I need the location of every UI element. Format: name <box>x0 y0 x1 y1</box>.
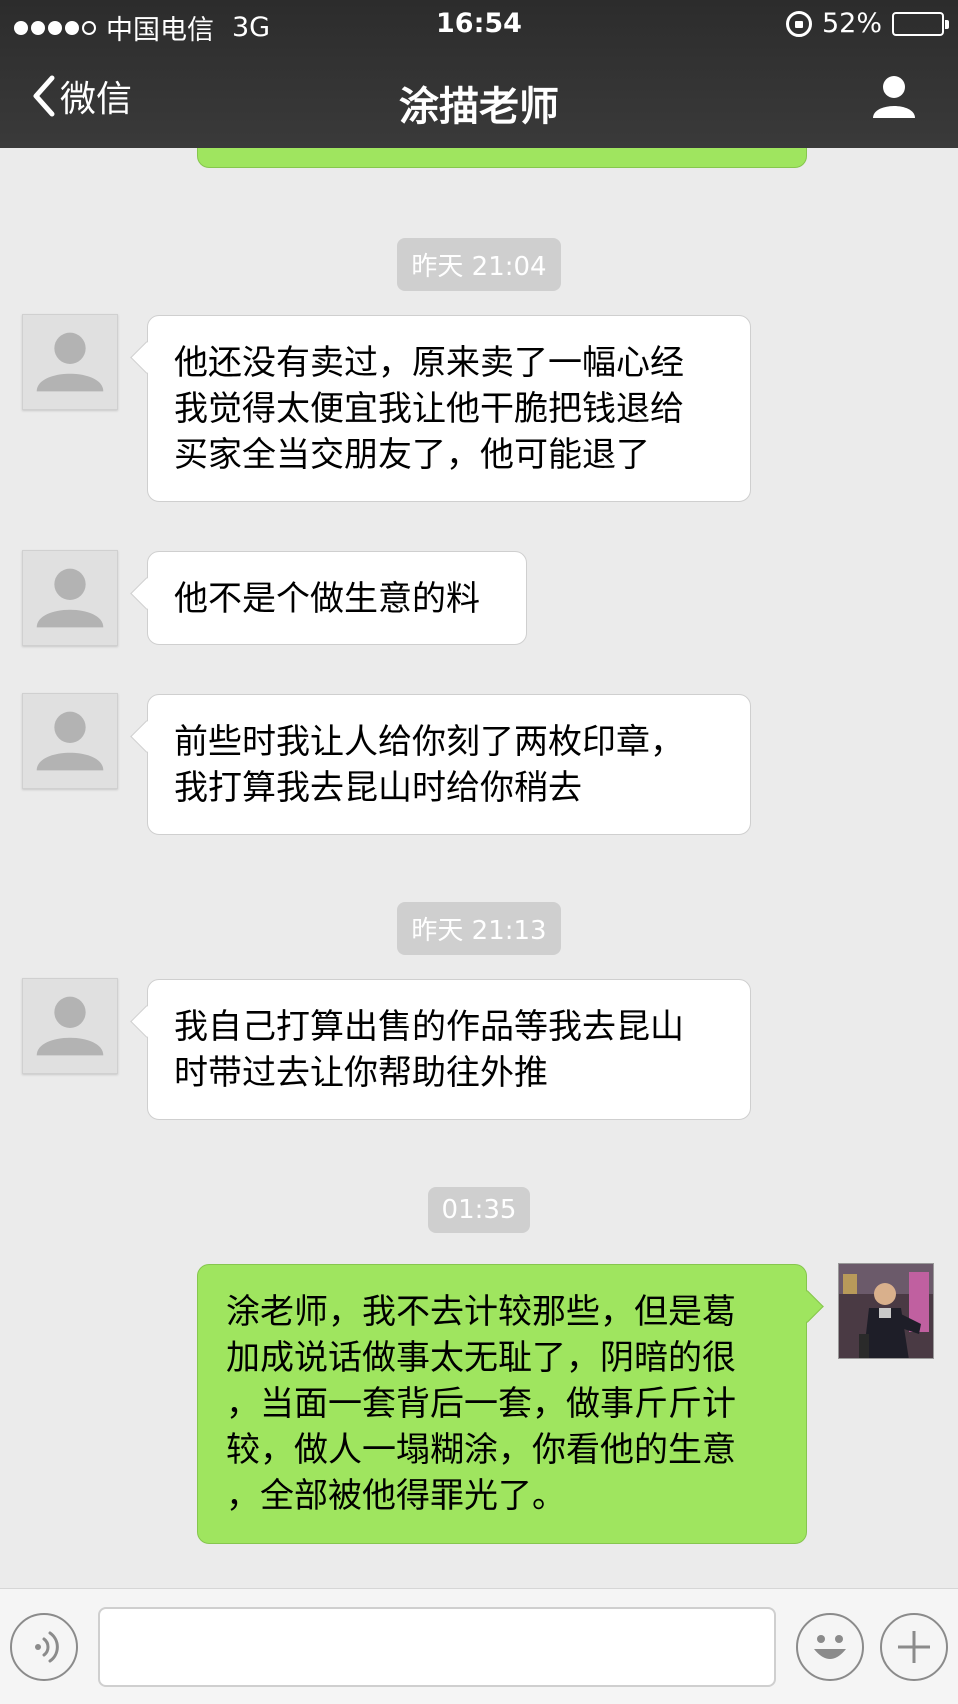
message-input[interactable] <box>98 1607 776 1687</box>
timestamp-label: 昨天 21:04 <box>397 238 561 291</box>
back-label: 微信 <box>60 79 133 120</box>
page-title: 涂描老师 <box>399 84 559 130</box>
received-message-bubble[interactable]: 他不是个做生意的料 <box>147 551 527 645</box>
default-avatar-icon <box>36 996 104 1056</box>
contact-avatar[interactable] <box>22 550 118 646</box>
chevron-left-icon <box>33 75 55 117</box>
smiley-icon <box>814 1635 846 1659</box>
received-message-bubble[interactable]: 前些时我让人给你刻了两枚印章， 我打算我去昆山时给你稍去 <box>147 694 751 835</box>
person-icon <box>873 76 915 118</box>
chat-message-list[interactable]: 昨天 21:04 他还没有卖过，原来卖了一幅心经 我觉得太便宜我让他干脆把钱退给… <box>0 148 958 1588</box>
previous-sent-bubble[interactable] <box>197 148 807 168</box>
sent-message-bubble[interactable]: 涂老师，我不去计较那些，但是葛 加成说话做事太无耻了，阴暗的很 ，当面一套背后一… <box>197 1264 807 1544</box>
timestamp-label: 昨天 21:13 <box>397 902 561 955</box>
timestamp: 昨天 21:04 <box>0 238 958 291</box>
status-right: 52% <box>785 8 949 39</box>
chat-info-button[interactable] <box>870 72 918 120</box>
top-bar: 中国电信 3G 16:54 52% 微信 涂描老师 <box>0 0 958 148</box>
emoji-button[interactable] <box>796 1613 864 1681</box>
more-options-button[interactable] <box>880 1613 948 1681</box>
timestamp: 01:35 <box>0 1187 958 1233</box>
self-avatar[interactable] <box>838 1263 934 1359</box>
default-avatar-icon <box>36 332 104 392</box>
contact-avatar[interactable] <box>22 693 118 789</box>
self-photo-avatar-icon <box>839 1264 933 1358</box>
battery-icon <box>892 11 949 36</box>
voice-icon <box>35 1631 59 1663</box>
rotation-lock-icon <box>785 10 812 37</box>
timestamp-label: 01:35 <box>427 1187 531 1233</box>
received-message-bubble[interactable]: 他还没有卖过，原来卖了一幅心经 我觉得太便宜我让他干脆把钱退给 买家全当交朋友了… <box>147 315 751 502</box>
contact-avatar[interactable] <box>22 978 118 1074</box>
default-avatar-icon <box>36 568 104 628</box>
plus-icon <box>898 1631 930 1663</box>
battery-percent: 52% <box>821 8 882 39</box>
nav-bar: 微信 涂描老师 <box>0 56 958 142</box>
voice-input-button[interactable] <box>10 1613 78 1681</box>
timestamp: 昨天 21:13 <box>0 902 958 955</box>
input-bar <box>0 1588 958 1704</box>
default-avatar-icon <box>36 711 104 771</box>
status-bar: 中国电信 3G 16:54 52% <box>0 0 958 48</box>
received-message-bubble[interactable]: 我自己打算出售的作品等我去昆山 时带过去让你帮助往外推 <box>147 979 751 1120</box>
back-button[interactable]: 微信 <box>30 70 132 122</box>
contact-avatar[interactable] <box>22 314 118 410</box>
